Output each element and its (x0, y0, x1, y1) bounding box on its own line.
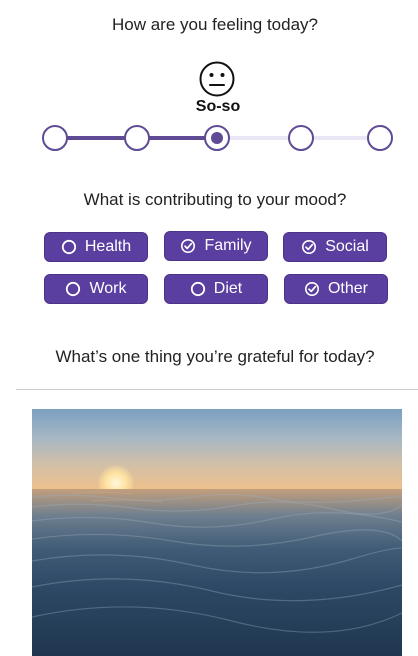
empty-circle-icon (65, 281, 81, 297)
grateful-question: What’s one thing you’re grateful for tod… (55, 347, 375, 366)
factor-label: Diet (213, 280, 243, 297)
mood-step-4[interactable] (288, 125, 314, 151)
factor-chip-family[interactable]: Family (164, 231, 268, 261)
empty-circle-icon (61, 239, 77, 255)
factor-label: Other (327, 280, 368, 297)
mood-step-3[interactable] (204, 125, 230, 151)
mood-step-1[interactable] (42, 125, 68, 151)
factor-chip-social[interactable]: Social (283, 232, 387, 262)
factor-label: Health (84, 238, 132, 255)
check-circle-icon (301, 239, 317, 255)
divider (16, 389, 418, 390)
factor-label: Work (89, 280, 127, 297)
mood-step-2[interactable] (124, 125, 150, 151)
neutral-face-icon (199, 61, 235, 97)
factor-chip-work[interactable]: Work (44, 274, 148, 304)
sunset-ocean-image (32, 409, 402, 656)
empty-circle-icon (190, 281, 206, 297)
check-circle-icon (304, 281, 320, 297)
factor-chip-diet[interactable]: Diet (164, 274, 268, 304)
factor-chip-other[interactable]: Other (284, 274, 388, 304)
contributing-question: What is contributing to your mood? (83, 190, 347, 209)
factor-label: Family (204, 237, 252, 254)
mood-step-5[interactable] (367, 125, 393, 151)
feeling-question: How are you feeling today? (111, 15, 319, 34)
factor-chip-health[interactable]: Health (44, 232, 148, 262)
check-circle-icon (180, 238, 196, 254)
mood-slider[interactable] (0, 124, 418, 152)
factor-label: Social (325, 238, 369, 255)
mood-label: So-so (195, 98, 241, 115)
